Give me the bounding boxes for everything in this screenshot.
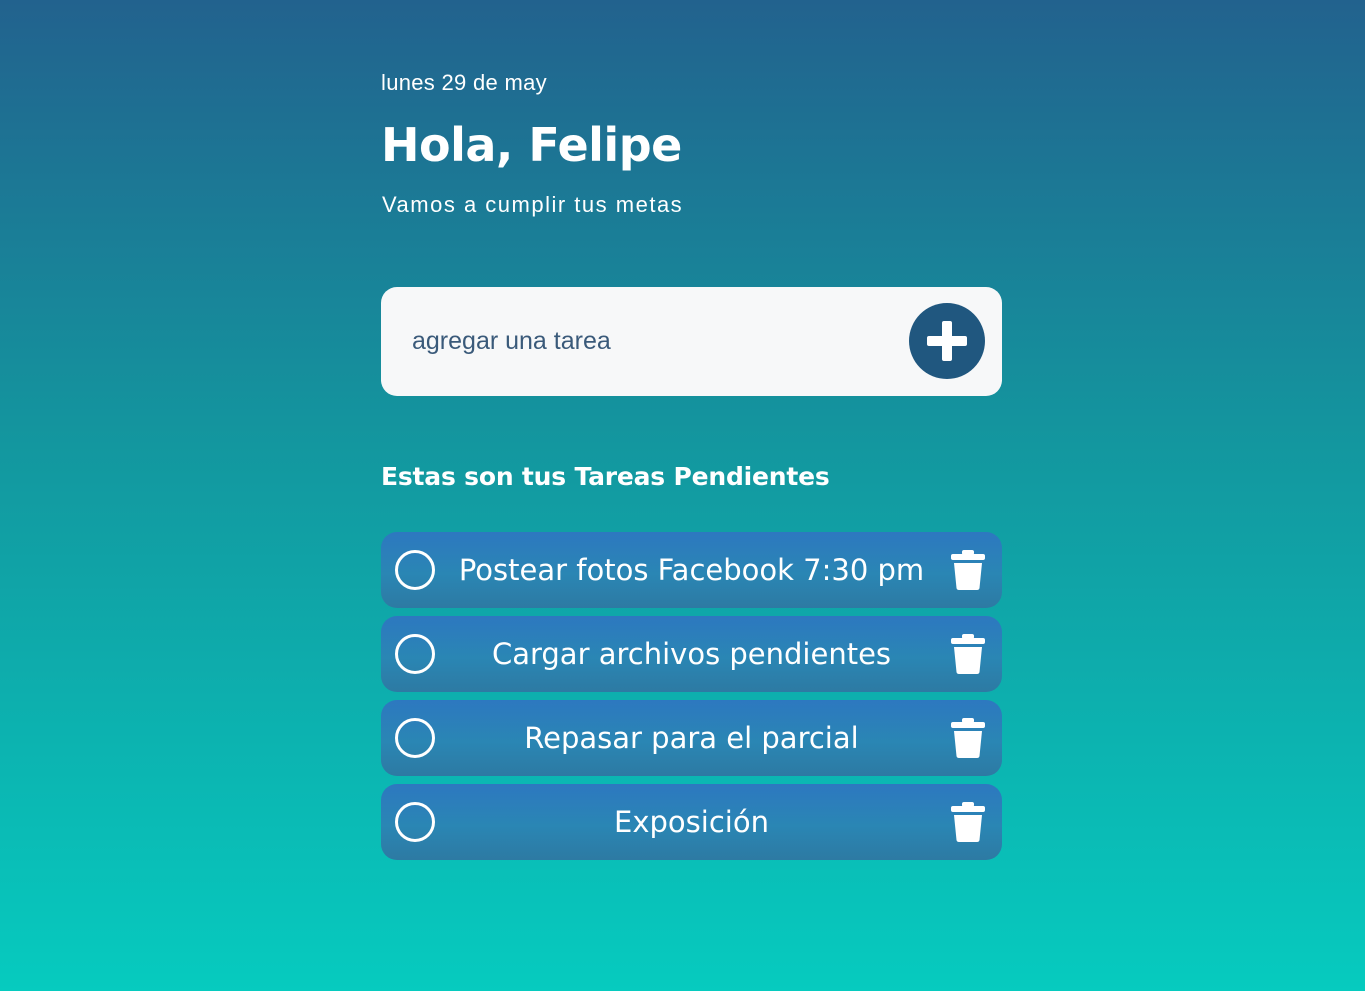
- task-item: Cargar archivos pendientes: [381, 616, 1002, 692]
- delete-task-button[interactable]: [948, 801, 988, 843]
- add-task-input[interactable]: [412, 321, 882, 361]
- circle-icon: [395, 634, 435, 674]
- task-item: Exposición: [381, 784, 1002, 860]
- task-item: Repasar para el parcial: [381, 700, 1002, 776]
- task-label: Postear fotos Facebook 7:30 pm: [458, 553, 925, 587]
- add-task-box: [381, 287, 1002, 396]
- delete-task-button[interactable]: [948, 549, 988, 591]
- task-complete-checkbox[interactable]: [395, 550, 435, 590]
- current-date: lunes 29 de may: [381, 70, 547, 95]
- delete-task-button[interactable]: [948, 717, 988, 759]
- circle-icon: [395, 550, 435, 590]
- plus-icon: [927, 321, 967, 361]
- greeting-title: Hola, Felipe: [381, 118, 682, 172]
- trash-icon: [951, 718, 985, 758]
- task-label: Exposición: [614, 805, 769, 839]
- trash-icon: [951, 550, 985, 590]
- task-complete-checkbox[interactable]: [395, 634, 435, 674]
- pending-tasks-title: Estas son tus Tareas Pendientes: [381, 462, 830, 491]
- delete-task-button[interactable]: [948, 633, 988, 675]
- task-complete-checkbox[interactable]: [395, 802, 435, 842]
- subtitle: Vamos a cumplir tus metas: [382, 192, 684, 217]
- circle-icon: [395, 802, 435, 842]
- task-complete-checkbox[interactable]: [395, 718, 435, 758]
- trash-icon: [951, 802, 985, 842]
- trash-icon: [951, 634, 985, 674]
- task-label: Repasar para el parcial: [524, 721, 859, 755]
- task-item: Postear fotos Facebook 7:30 pm: [381, 532, 1002, 608]
- task-list: Postear fotos Facebook 7:30 pm Cargar ar…: [381, 532, 1002, 868]
- circle-icon: [395, 718, 435, 758]
- add-task-button[interactable]: [909, 303, 985, 379]
- task-label: Cargar archivos pendientes: [491, 637, 892, 671]
